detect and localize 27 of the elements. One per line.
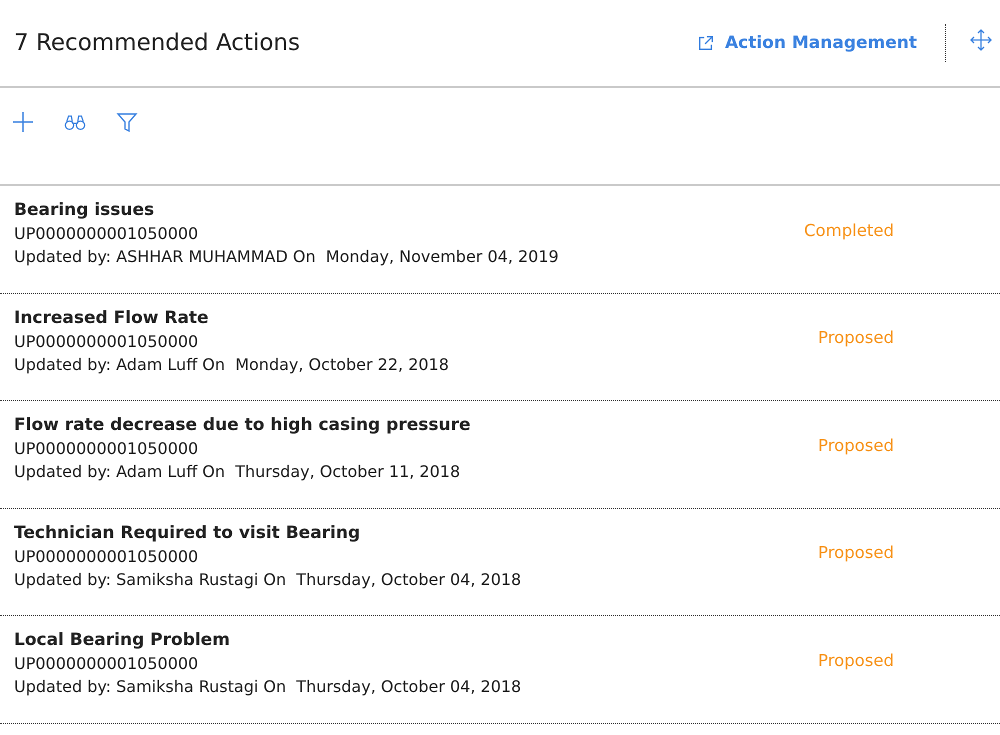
action-title[interactable]: Flow rate decrease due to high casing pressure	[14, 413, 818, 438]
action-management-link[interactable]: Action Management	[696, 33, 917, 53]
expand-icon[interactable]	[970, 29, 992, 51]
updated-info: Updated by: Adam Luff On Monday, October 22, 2018	[14, 354, 450, 376]
action-id: UP0000000001050000	[14, 653, 200, 676]
updated-info: Updated by: Adam Luff On Thursday, October 11, 2018	[14, 461, 462, 484]
action-title[interactable]: Increased Flow Rate	[14, 306, 818, 330]
action-status: Completed	[804, 220, 894, 240]
binoculars-icon[interactable]	[64, 112, 86, 132]
action-id: UP0000000001050000	[14, 223, 200, 246]
updated-info: Updated by: Samiksha Rustagi On Thursday, October 04, 2018	[14, 568, 522, 591]
add-icon[interactable]	[12, 111, 34, 133]
filter-icon[interactable]	[116, 111, 138, 133]
action-title[interactable]: Technician Required to visit Bearing	[14, 520, 818, 545]
action-title[interactable]: Local Bearing Problem	[14, 628, 818, 652]
updated-info: Updated by: Samiksha Rustagi On Thursday, October 04, 2018	[14, 676, 522, 698]
action-id: UP0000000001050000	[14, 438, 200, 460]
action-status: Proposed	[818, 650, 894, 670]
updated-info: Updated by: ASHHAR MUHAMMAD On Monday, November 04, 2019	[14, 246, 560, 268]
action-status: Proposed	[818, 436, 894, 455]
action-title[interactable]: Bearing issues	[14, 198, 804, 222]
external-link-icon	[696, 34, 715, 52]
action-status: Proposed	[818, 328, 894, 348]
action-id: UP0000000001050000	[14, 330, 200, 353]
action-id: UP0000000001050000	[14, 546, 200, 568]
panel-title: 7 Recommended Actions	[14, 30, 301, 56]
action-status: Proposed	[818, 543, 894, 562]
